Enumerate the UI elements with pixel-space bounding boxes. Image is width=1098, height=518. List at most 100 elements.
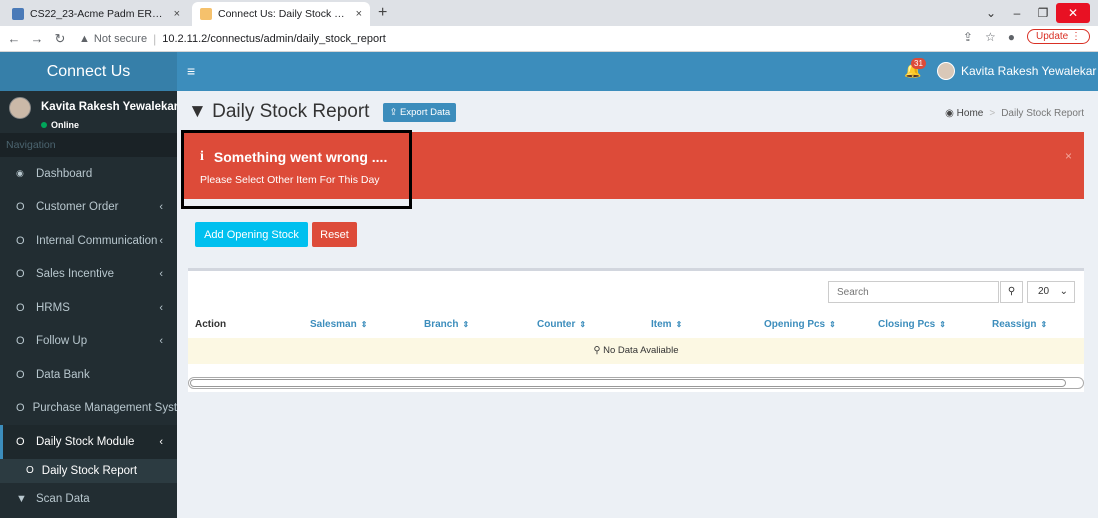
restore-icon[interactable]: ❐ <box>1030 6 1056 20</box>
forward-icon[interactable]: → <box>28 31 46 46</box>
sort-icon: ⇕ <box>462 320 470 329</box>
circle-icon: O <box>16 335 25 348</box>
share-icon[interactable]: ⇪ <box>963 30 973 44</box>
filter-icon: ▼ <box>188 101 207 122</box>
browser-actions: ⇪ ☆ ● Update ⋮ <box>963 29 1090 44</box>
tab-title: Connect Us: Daily Stock Report <box>218 8 350 20</box>
minimize-icon[interactable]: – <box>1004 6 1030 20</box>
search-icon[interactable]: ⚲ <box>1000 281 1023 303</box>
sidebar-item-follow-up[interactable]: O Follow Up ‹ <box>0 325 177 359</box>
sidebar: Kavita Rakesh Yewalekar Online Navigatio… <box>0 91 177 518</box>
close-window-icon[interactable]: ✕ <box>1056 3 1090 23</box>
sidebar-subitem-daily-stock-report[interactable]: O Daily Stock Report <box>0 458 177 483</box>
chevron-left-icon: ‹ <box>159 201 163 214</box>
sort-icon: ⇕ <box>829 320 836 329</box>
avatar <box>9 97 31 119</box>
circle-icon: O <box>16 234 25 247</box>
stock-table-box: ⚲ 20 ⌄ Action Salesman⇕ Branch⇕ Counter⇕… <box>188 268 1084 392</box>
chevron-left-icon: ‹ <box>159 268 163 281</box>
sidebar-item-daily-stock-module[interactable]: O Daily Stock Module ‹ <box>0 425 177 459</box>
sort-icon: ⇕ <box>675 320 683 329</box>
sidebar-item-internal-communication[interactable]: O Internal Communication ‹ <box>0 224 177 258</box>
sidebar-item-scan-data[interactable]: ▼ Scan Data <box>0 483 177 517</box>
avatar <box>937 62 955 80</box>
sidebar-item-customer-order[interactable]: O Customer Order ‹ <box>0 191 177 225</box>
sidebar-item-purchase-management[interactable]: O Purchase Management System <box>0 392 177 426</box>
column-header-action: Action <box>195 319 227 330</box>
column-header-salesman[interactable]: Salesman ⇕ <box>310 319 367 330</box>
breadcrumb-separator: > <box>989 108 996 119</box>
new-tab-button[interactable]: + <box>378 4 387 22</box>
page-title: ▼ Daily Stock Report <box>188 101 370 122</box>
sort-icon: ⇕ <box>360 320 368 329</box>
dashboard-icon: ◉ <box>945 108 954 119</box>
breadcrumb-home[interactable]: ◉ Home <box>945 108 983 119</box>
nav-header: Navigation <box>0 133 177 157</box>
reset-button[interactable]: Reset <box>312 222 357 247</box>
circle-icon: O <box>16 402 25 415</box>
sidebar-item-dashboard[interactable]: ◉ Dashboard <box>0 157 177 191</box>
sidebar-item-data-bank[interactable]: O Data Bank <box>0 358 177 392</box>
search-icon: ⚲ <box>593 345 601 356</box>
status-badge: Online <box>41 120 79 130</box>
sidebar-user-name: Kavita Rakesh Yewalekar <box>41 101 177 113</box>
column-header-closing-pcs[interactable]: Closing Pcs ⇕ <box>878 319 946 330</box>
sidebar-item-sales-incentive[interactable]: O Sales Incentive ‹ <box>0 258 177 292</box>
sort-icon: ⇕ <box>579 320 587 329</box>
circle-icon: O <box>16 201 25 214</box>
top-navbar: ≡ 🔔 31 Kavita Rakesh Yewalekar <box>177 52 1098 91</box>
chevron-left-icon: ‹ <box>159 301 163 314</box>
url-input[interactable]: 10.2.11.2/connectus/admin/daily_stock_re… <box>162 33 386 45</box>
column-header-reassign[interactable]: Reassign ⇕ <box>992 319 1047 330</box>
content-header: ▼ Daily Stock Report ⇪ Export Data <box>188 101 457 123</box>
browser-tab-connectus[interactable]: Connect Us: Daily Stock Report × <box>192 2 370 26</box>
chevron-down-icon: ⌄ <box>1059 286 1068 297</box>
close-icon[interactable]: × <box>1065 149 1072 163</box>
table-header: Action Salesman ⇕ Branch ⇕ Counter ⇕ Item ⇕ … <box>188 316 1084 336</box>
search-input[interactable] <box>828 281 999 303</box>
column-header-opening-pcs[interactable]: Opening Pcs ⇕ <box>764 319 836 330</box>
circle-icon: O <box>16 301 25 314</box>
upload-icon: ⇪ <box>389 106 398 118</box>
column-header-counter[interactable]: Counter ⇕ <box>537 319 586 330</box>
tab-close-icon[interactable]: × <box>356 8 362 20</box>
dashboard-icon: ◉ <box>16 168 24 179</box>
browser-tab-strip: CS22_23-Acme Padm ERP Platform × Connect… <box>0 0 1098 26</box>
warning-icon[interactable]: ▲ <box>79 33 90 45</box>
chevron-left-icon: ‹ <box>159 435 163 448</box>
address-bar: ← → ↻ ▲ Not secure | 10.2.11.2/connectus… <box>0 26 1098 52</box>
sidebar-item-hrms[interactable]: O HRMS ‹ <box>0 291 177 325</box>
sort-icon: ⇕ <box>939 320 946 329</box>
breadcrumb: ◉ Home > Daily Stock Report <box>945 108 1084 119</box>
user-name: Kavita Rakesh Yewalekar <box>961 64 1097 78</box>
sort-icon: ⇕ <box>1040 320 1048 329</box>
notification-badge: 31 <box>911 58 926 69</box>
star-icon[interactable]: ☆ <box>985 30 996 44</box>
scrollbar-thumb[interactable] <box>190 379 1066 387</box>
back-icon[interactable]: ← <box>5 31 23 46</box>
chevron-left-icon: ‹ <box>159 234 163 247</box>
circle-icon: O <box>16 435 25 448</box>
tab-close-icon[interactable]: × <box>174 8 180 20</box>
page-size-select[interactable]: 20 ⌄ <box>1027 281 1075 303</box>
menu-toggle-icon[interactable]: ≡ <box>187 63 195 79</box>
online-dot-icon <box>41 122 47 128</box>
horizontal-scrollbar[interactable] <box>188 377 1084 389</box>
add-opening-stock-button[interactable]: Add Opening Stock <box>195 222 308 247</box>
update-button[interactable]: Update ⋮ <box>1026 29 1090 44</box>
app-logo[interactable]: Connect Us <box>0 52 177 91</box>
browser-tab-erp[interactable]: CS22_23-Acme Padm ERP Platform × <box>4 2 188 26</box>
export-data-button[interactable]: ⇪ Export Data <box>383 102 457 122</box>
user-menu[interactable]: Kavita Rakesh Yewalekar <box>937 62 1096 80</box>
circle-icon: O <box>16 268 25 281</box>
profile-icon[interactable]: ● <box>1008 30 1015 44</box>
column-header-branch[interactable]: Branch ⇕ <box>424 319 469 330</box>
chevron-down-icon[interactable]: ⌄ <box>978 6 1004 20</box>
erp-favicon-icon <box>12 8 24 20</box>
security-status[interactable]: Not secure <box>94 33 147 45</box>
reload-icon[interactable]: ↻ <box>51 31 69 47</box>
filter-icon: ▼ <box>16 493 27 506</box>
column-header-item[interactable]: Item ⇕ <box>651 319 682 330</box>
tab-title: CS22_23-Acme Padm ERP Platform <box>30 8 168 20</box>
breadcrumb-current: Daily Stock Report <box>1001 108 1084 119</box>
